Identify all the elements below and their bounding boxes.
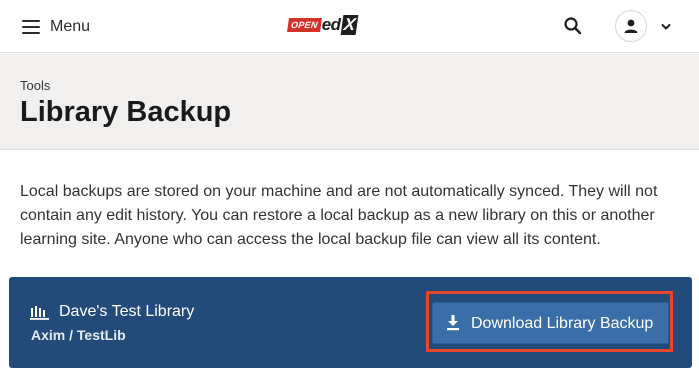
user-menu-dropdown[interactable] [660,20,672,32]
page-title: Library Backup [20,96,232,128]
logo-open-text: OPEN [287,18,322,32]
library-path: Axim / TestLib [31,327,126,343]
search-icon [564,17,582,35]
menu-button[interactable]: Menu [22,14,90,40]
user-icon [624,19,638,33]
page-header: Tools Library Backup [0,54,699,150]
open-edx-logo[interactable]: OPEN ed X [287,14,358,36]
hamburger-icon [22,20,40,34]
download-library-backup-button[interactable]: Download Library Backup [432,302,669,344]
logo-edx-text: ed X [321,15,358,35]
breadcrumb: Tools [20,78,51,93]
chevron-down-icon [661,24,671,30]
menu-label: Menu [50,18,91,35]
backup-description: Local backups are stored on your machine… [20,183,658,248]
download-button-label: Download Library Backup [471,315,654,332]
library-name: Dave's Test Library [59,303,195,320]
search-button[interactable] [562,15,584,37]
download-icon [447,315,459,331]
top-navigation-bar: Menu OPEN ed X [0,0,699,53]
user-avatar-button[interactable] [615,10,647,42]
library-icon [30,306,49,320]
